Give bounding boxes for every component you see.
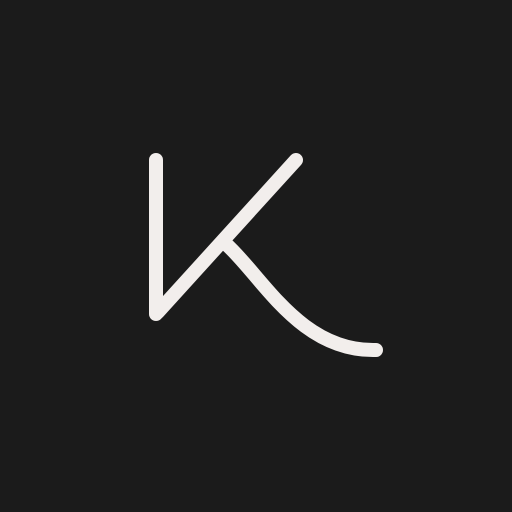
k-leg-stroke	[219, 237, 383, 358]
app-icon: K	[0, 0, 512, 512]
letter-k-logo-icon: K	[149, 153, 383, 358]
